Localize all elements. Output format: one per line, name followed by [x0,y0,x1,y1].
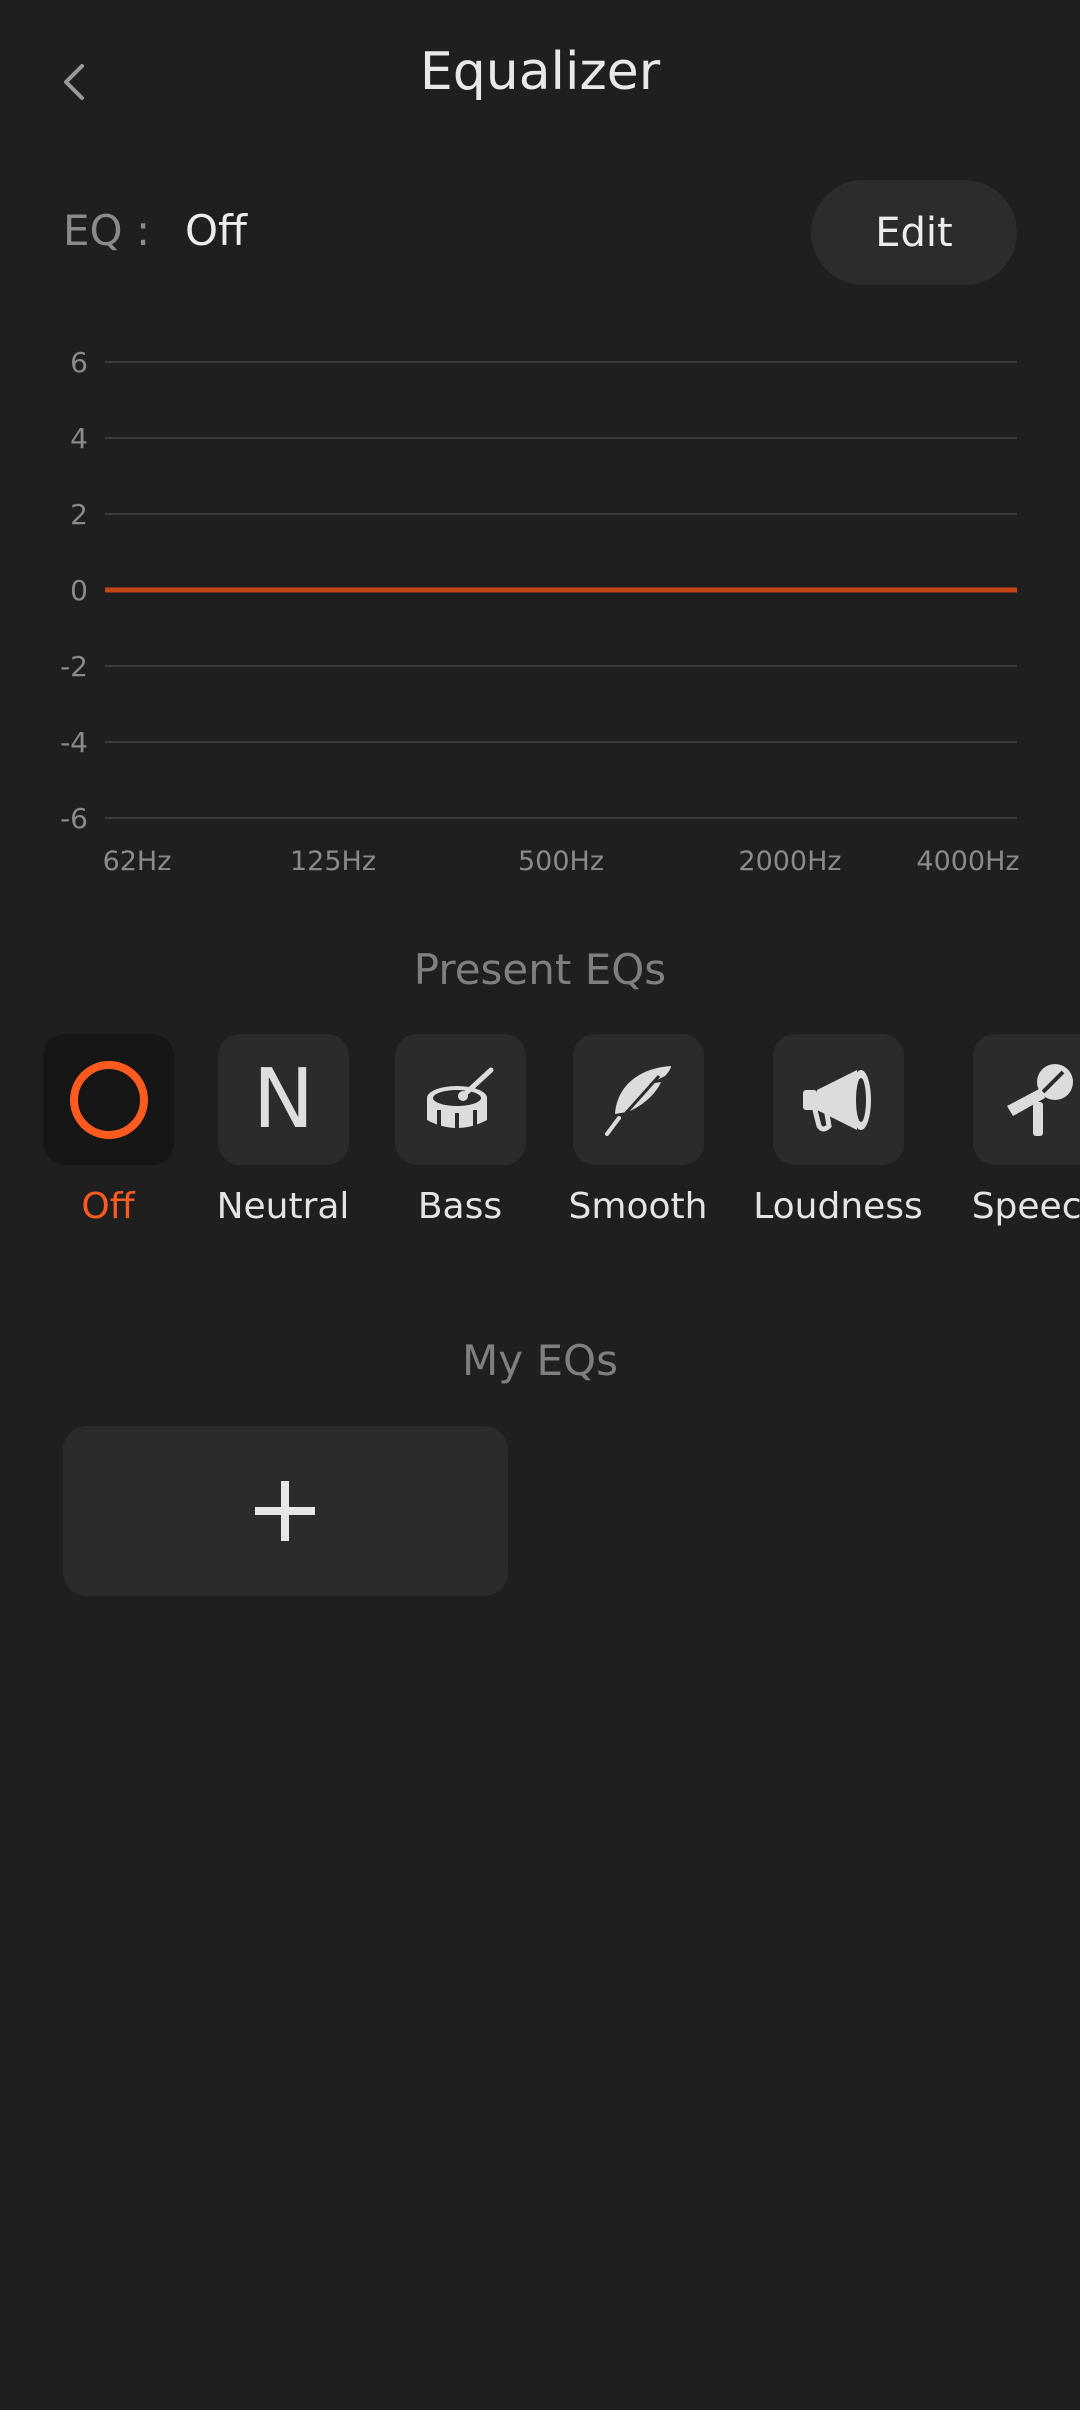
preset-label: Smooth [568,1186,708,1227]
ring-icon [69,1060,148,1139]
preset-smooth[interactable]: Smooth [538,1034,738,1234]
y-tick-label: 6 [70,346,88,379]
eq-chart: 6 4 2 0 -2 -4 -6 62Hz 125Hz 500Hz 2000Hz 4000Hz [0,330,1080,890]
my-eqs-title: My EQs [462,1336,618,1385]
eq-chart-svg: 6 4 2 0 -2 -4 -6 62Hz 125Hz 500Hz 2000Hz 4000Hz [60,346,1020,877]
eq-status-row: EQ : Off Edit [0,180,1080,290]
preset-label: Loudness [753,1186,923,1227]
header: Equalizer [0,0,1080,160]
x-tick-label: 500Hz [518,846,604,877]
preset-list: Off N Neutral Bass Smooth Loudness Speec [0,1034,1080,1234]
preset-tile [573,1034,704,1165]
drum-icon [426,1067,493,1132]
eq-value: Off [185,206,247,255]
y-tick-label: -4 [60,726,88,759]
edit-button[interactable]: Edit [811,180,1017,285]
preset-eqs-title: Present EQs [413,945,667,994]
preset-speech[interactable]: Speech [938,1034,1080,1234]
preset-label: Speech [971,1186,1080,1227]
megaphone-icon [802,1069,871,1131]
page-title: Equalizer [419,42,661,102]
preset-tile [395,1034,526,1165]
x-tick-label: 62Hz [103,846,172,877]
feather-icon [604,1065,671,1136]
y-tick-label: -6 [60,802,88,835]
eq-label: EQ : [63,206,151,255]
preset-tile [973,1034,1080,1165]
y-tick-label: 0 [70,574,88,607]
preset-tile: N [218,1034,349,1165]
preset-label: Bass [417,1186,503,1227]
preset-label: Off [81,1186,135,1227]
preset-off[interactable]: Off [8,1034,208,1234]
x-tick-label: 2000Hz [738,846,841,877]
microphone-icon [1006,1063,1073,1136]
x-tick-label: 4000Hz [916,846,1019,877]
y-tick-label: 2 [70,498,88,531]
preset-tile [43,1034,174,1165]
y-tick-label: 4 [70,422,88,455]
preset-label: Neutral [216,1186,350,1227]
preset-neutral[interactable]: N Neutral [183,1034,383,1234]
preset-tile [773,1034,904,1165]
plus-icon [255,1481,315,1541]
letter-n-icon: N [252,1052,315,1147]
x-tick-label: 125Hz [290,846,376,877]
preset-bass[interactable]: Bass [360,1034,560,1234]
preset-loudness[interactable]: Loudness [738,1034,938,1234]
add-eq-button[interactable] [63,1426,508,1596]
y-tick-label: -2 [60,650,88,683]
